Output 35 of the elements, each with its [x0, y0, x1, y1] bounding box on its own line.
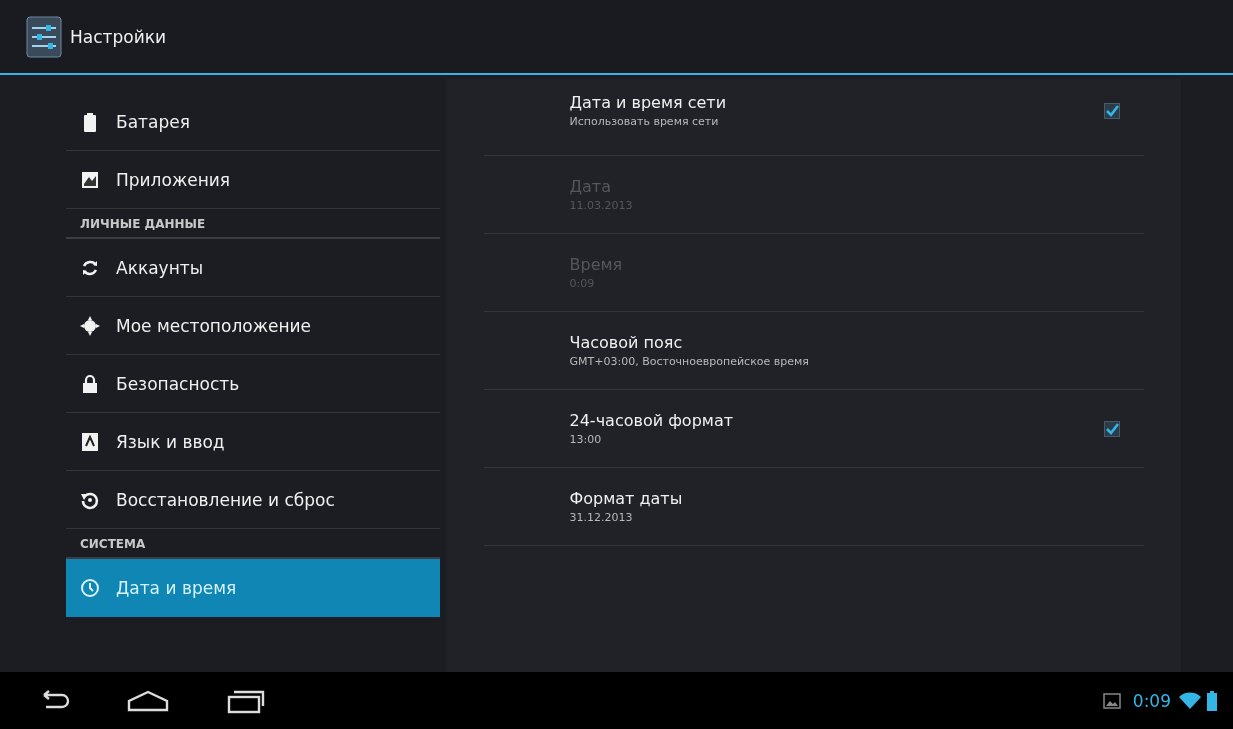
setting-summary: GMT+03:00, Восточноевропейское время [569, 355, 810, 368]
sidebar-item[interactable]: Восстановление и сброс [66, 471, 440, 529]
sidebar-item[interactable]: Дата и время [66, 559, 440, 617]
setting-title: 24-часовой формат [569, 411, 734, 430]
battery-icon [1207, 690, 1217, 711]
setting-summary: 31.12.2013 [569, 511, 634, 524]
setting-row[interactable]: Дата и время сети Использовать время сети [483, 93, 1144, 156]
setting-title: Дата и время сети [569, 93, 728, 112]
home-button[interactable] [126, 688, 170, 713]
picture-icon[interactable] [1102, 692, 1121, 709]
clock-icon [80, 578, 100, 598]
lock-icon [80, 373, 100, 394]
setting-title: Часовой пояс [569, 333, 684, 352]
setting-row[interactable]: 24-часовой формат 13:00 [483, 390, 1144, 468]
section-header: ЛИЧНЫЕ ДАННЫЕ [66, 209, 440, 239]
clock-time: 0:09 [1132, 690, 1171, 711]
setting-summary: 13:00 [569, 433, 603, 446]
setting-row[interactable]: Формат даты 31.12.2013 [483, 468, 1144, 546]
sidebar-item[interactable]: Аккаунты [66, 239, 440, 297]
checkbox[interactable] [1103, 103, 1120, 119]
sidebar-item[interactable]: Приложения [66, 151, 440, 209]
checkbox[interactable] [1103, 420, 1120, 437]
app-title: Настройки [70, 26, 166, 47]
sidebar-item[interactable]: Язык и ввод [66, 413, 440, 471]
sidebar-item[interactable]: Мое местоположение [66, 297, 440, 355]
setting-row[interactable]: Часовой пояс GMT+03:00, Восточноевропейское время [483, 312, 1144, 390]
wifi-icon [1179, 692, 1201, 709]
sidebar-item[interactable]: Батарея [66, 93, 440, 151]
setting-summary: Использовать время сети [569, 115, 720, 128]
key-icon [80, 431, 100, 452]
settings-icon[interactable] [26, 14, 62, 59]
apps-icon [80, 169, 100, 190]
setting-title: Формат даты [569, 489, 684, 508]
location-icon [80, 315, 100, 336]
sidebar-item[interactable]: Безопасность [66, 355, 440, 413]
